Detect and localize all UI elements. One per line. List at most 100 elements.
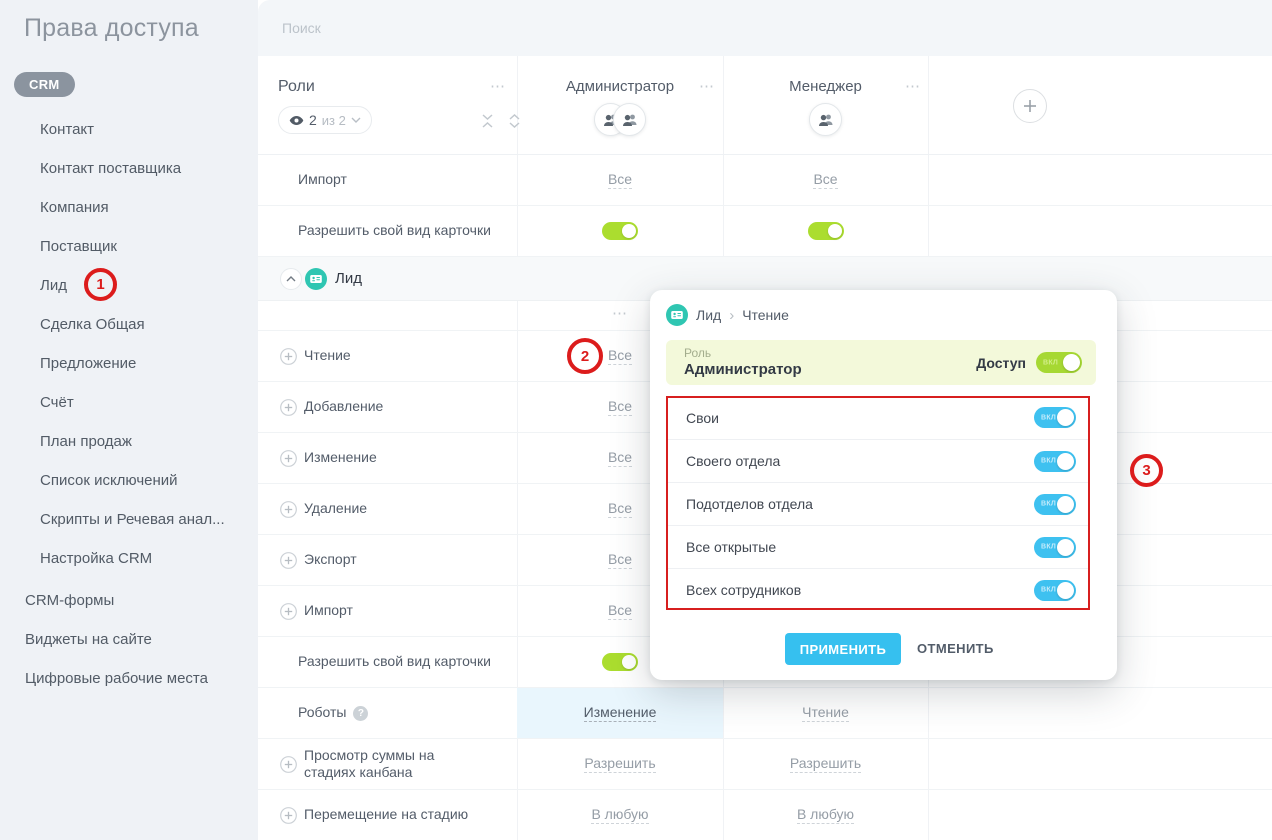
- search-bar: Поиск: [258, 0, 1272, 56]
- header-tools: [480, 113, 522, 129]
- plus-expand-icon[interactable]: [280, 450, 297, 467]
- sidebar-item[interactable]: Список исключений: [40, 461, 225, 500]
- search-input[interactable]: Поиск: [282, 20, 321, 36]
- permission-row-label: Импорт: [258, 586, 517, 636]
- plus-expand-icon[interactable]: [280, 348, 297, 365]
- permission-value-link[interactable]: Все: [608, 171, 632, 189]
- permission-value-link[interactable]: Все: [608, 398, 632, 416]
- permission-value-link[interactable]: Разрешить: [790, 755, 861, 773]
- toggle-state-label: ВКЛ: [1041, 587, 1056, 594]
- sidebar-item[interactable]: Цифровые рабочие места: [25, 659, 208, 698]
- plus-expand-icon[interactable]: [280, 399, 297, 416]
- table-row: Разрешить свой вид карточки: [258, 206, 1272, 257]
- permission-row-label: Чтение: [258, 331, 517, 381]
- role-name[interactable]: Администратор: [517, 78, 723, 95]
- plus-expand-icon[interactable]: [280, 807, 297, 824]
- permission-label-text: Изменение: [304, 449, 377, 467]
- manager-permission-cell: [723, 206, 928, 256]
- sidebar-item[interactable]: Виджеты на сайте: [25, 620, 208, 659]
- access-toggle[interactable]: ВКЛ: [1036, 352, 1082, 373]
- admin-permission-cell: [517, 206, 723, 256]
- admin-permission-cell: В любую: [517, 790, 723, 840]
- add-role-button[interactable]: [1013, 89, 1047, 123]
- sidebar-item[interactable]: Предложение: [40, 344, 225, 383]
- permission-row-label: Просмотр суммы на стадиях канбана: [258, 739, 517, 789]
- permission-options-list: СвоиВКЛСвоего отделаВКЛПодотделов отдела…: [666, 396, 1090, 611]
- permission-value-link[interactable]: Изменение: [584, 704, 657, 722]
- permission-label-text: Экспорт: [304, 551, 357, 569]
- permission-toggle[interactable]: [602, 222, 638, 240]
- page-title: Права доступа: [24, 14, 199, 43]
- permission-value-link[interactable]: Все: [608, 602, 632, 620]
- permission-value-link[interactable]: В любую: [591, 806, 648, 824]
- plus-expand-icon[interactable]: [280, 552, 297, 569]
- option-toggle[interactable]: ВКЛ: [1034, 494, 1076, 515]
- role-name[interactable]: Менеджер: [723, 78, 928, 95]
- sidebar-item[interactable]: Счёт: [40, 383, 225, 422]
- option-toggle[interactable]: ВКЛ: [1034, 451, 1076, 472]
- permission-value-link[interactable]: Разрешить: [584, 755, 655, 773]
- sidebar-item[interactable]: Сделка Общая: [40, 305, 225, 344]
- toggle-state-label: ВКЛ: [1041, 414, 1056, 421]
- roles-menu-ellipsis-icon[interactable]: ⋯: [490, 82, 506, 92]
- collapse-all-icon[interactable]: [480, 113, 495, 129]
- sidebar-item[interactable]: Настройка CRM: [40, 539, 225, 578]
- role-menu-ellipsis-icon[interactable]: ⋯: [699, 82, 715, 92]
- role-menu-ellipsis-icon[interactable]: ⋯: [905, 82, 921, 92]
- breadcrumb-action: Чтение: [742, 307, 789, 323]
- collapse-section-button[interactable]: [280, 268, 302, 290]
- sidebar-item[interactable]: Контакт: [40, 110, 225, 149]
- permission-value-link[interactable]: Чтение: [802, 704, 849, 722]
- filter-of-label: из 2: [322, 113, 346, 128]
- sidebar-item[interactable]: CRM-формы: [25, 581, 208, 620]
- toggle-state-label: ВКЛ: [1041, 544, 1056, 551]
- option-toggle[interactable]: ВКЛ: [1034, 580, 1076, 601]
- plus-expand-icon[interactable]: [280, 756, 297, 773]
- users-group-icon: [613, 103, 646, 136]
- sidebar-item[interactable]: Скрипты и Речевая анал...: [40, 500, 225, 539]
- permission-toggle[interactable]: [808, 222, 844, 240]
- table-row: Перемещение на стадию В любую В любую: [258, 790, 1272, 840]
- sidebar-crm-list: КонтактКонтакт поставщикаКомпанияПоставщ…: [40, 110, 225, 578]
- option-toggle[interactable]: ВКЛ: [1034, 407, 1076, 428]
- admin-permission-cell: Разрешить: [517, 739, 723, 789]
- apply-button[interactable]: ПРИМЕНИТЬ: [785, 633, 901, 665]
- permission-value-link[interactable]: Все: [608, 347, 632, 365]
- option-label: Всех сотрудников: [686, 582, 801, 598]
- manager-permission-cell: Все: [723, 155, 928, 205]
- permission-value-link[interactable]: Все: [608, 551, 632, 569]
- sidebar-item[interactable]: План продаж: [40, 422, 225, 461]
- permission-label-text: Перемещение на стадию: [304, 806, 468, 824]
- role-avatars[interactable]: [723, 103, 928, 136]
- sidebar-item[interactable]: Контакт поставщика: [40, 149, 225, 188]
- permission-row-label: Разрешить свой вид карточки: [258, 637, 517, 687]
- permission-option-row: Все открытыеВКЛ: [666, 525, 1090, 568]
- sidebar-item[interactable]: Компания: [40, 188, 225, 227]
- permission-row-label: Экспорт: [258, 535, 517, 585]
- option-toggle[interactable]: ВКЛ: [1034, 537, 1076, 558]
- option-label: Подотделов отдела: [686, 496, 813, 512]
- cancel-button[interactable]: ОТМЕНИТЬ: [917, 641, 994, 656]
- plus-icon: [1022, 98, 1038, 114]
- crm-section-badge[interactable]: CRM: [14, 72, 75, 97]
- help-icon[interactable]: ?: [353, 706, 368, 721]
- lead-entity-icon: [305, 268, 327, 290]
- permission-row-label: Изменение: [258, 433, 517, 483]
- permission-value-link[interactable]: Все: [608, 449, 632, 467]
- role-column-administrator: Администратор ⋯: [517, 56, 723, 155]
- permission-toggle[interactable]: [602, 653, 638, 671]
- sidebar-item[interactable]: Лид: [40, 266, 225, 305]
- role-avatars[interactable]: [517, 103, 723, 136]
- chevron-down-icon: [351, 117, 361, 123]
- permission-value-link[interactable]: Все: [813, 171, 837, 189]
- permission-value-link[interactable]: Все: [608, 500, 632, 518]
- toggle-knob: [1057, 582, 1074, 599]
- roles-filter-pill[interactable]: 2 из 2: [278, 106, 372, 134]
- plus-expand-icon[interactable]: [280, 603, 297, 620]
- permission-value-link[interactable]: В любую: [797, 806, 854, 824]
- role-column-manager: Менеджер ⋯: [723, 56, 928, 155]
- plus-expand-icon[interactable]: [280, 501, 297, 518]
- toggle-knob: [1057, 496, 1074, 513]
- sidebar-item[interactable]: Поставщик: [40, 227, 225, 266]
- permission-option-row: СвоиВКЛ: [666, 396, 1090, 439]
